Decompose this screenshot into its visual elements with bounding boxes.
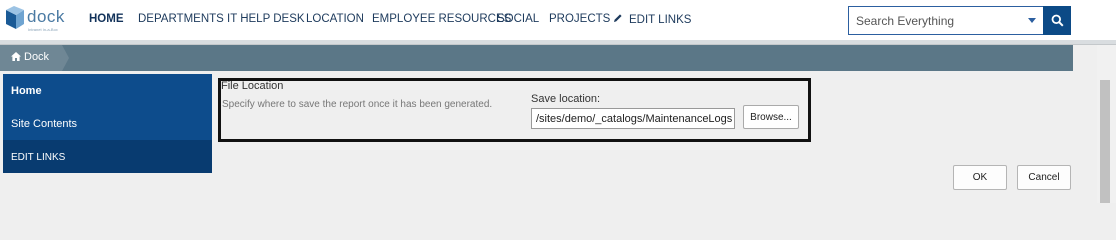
ok-button[interactable]: OK — [953, 165, 1007, 190]
breadcrumb-home-link[interactable]: Dock — [11, 51, 49, 63]
quicklaunch-edit-links[interactable]: EDIT LINKS — [3, 140, 212, 173]
nav-item-home[interactable]: HOME — [89, 13, 124, 25]
browse-button[interactable]: Browse... — [743, 105, 799, 129]
save-location-label: Save location: — [531, 93, 601, 105]
home-icon — [11, 52, 21, 61]
cancel-button[interactable]: Cancel — [1017, 165, 1071, 190]
breadcrumb-label: Dock — [24, 51, 50, 63]
nav-item-projects[interactable]: PROJECTS — [549, 13, 610, 25]
breadcrumb-segment: Dock — [0, 45, 62, 71]
quicklaunch-item-site-contents[interactable]: Site Contents — [3, 107, 212, 140]
section-description: Specify where to save the report once it… — [222, 99, 493, 110]
logo-wordmark: dock — [27, 7, 65, 26]
search-scope-dropdown-icon[interactable] — [1028, 18, 1036, 23]
nav-item-social[interactable]: SOCIAL — [497, 13, 539, 25]
nav-item-it-help-desk[interactable]: IT HELP DESK — [227, 13, 305, 25]
nav-edit-links-label: EDIT LINKS — [629, 14, 692, 26]
quicklaunch-item-home[interactable]: Home — [3, 74, 212, 107]
site-logo[interactable]: dock Intranet In-a-Box — [4, 6, 70, 34]
nav-edit-links[interactable]: EDIT LINKS — [613, 13, 691, 26]
scrollbar-thumb[interactable] — [1100, 80, 1110, 203]
nav-item-location[interactable]: LOCATION — [306, 13, 364, 25]
breadcrumb-arrow — [62, 45, 69, 71]
search-button[interactable] — [1043, 6, 1071, 35]
nav-item-departments[interactable]: DEPARTMENTS — [138, 13, 224, 25]
logo-tagline: Intranet In-a-Box — [28, 27, 58, 32]
breadcrumb: Dock — [0, 45, 1073, 71]
dock-logo-icon — [6, 6, 24, 29]
nav-item-employee-resources[interactable]: EMPLOYEE RESOURCES — [372, 13, 511, 25]
section-title: File Location — [221, 80, 284, 92]
search-icon — [1051, 14, 1064, 27]
pencil-icon — [614, 14, 622, 22]
search-box — [848, 6, 1071, 35]
top-navigation-bar: dock Intranet In-a-Box HOME DEPARTMENTS … — [0, 0, 1116, 40]
search-input[interactable] — [849, 7, 1043, 34]
quick-launch: Home Site Contents EDIT LINKS — [3, 74, 212, 173]
save-location-field[interactable] — [531, 108, 735, 129]
